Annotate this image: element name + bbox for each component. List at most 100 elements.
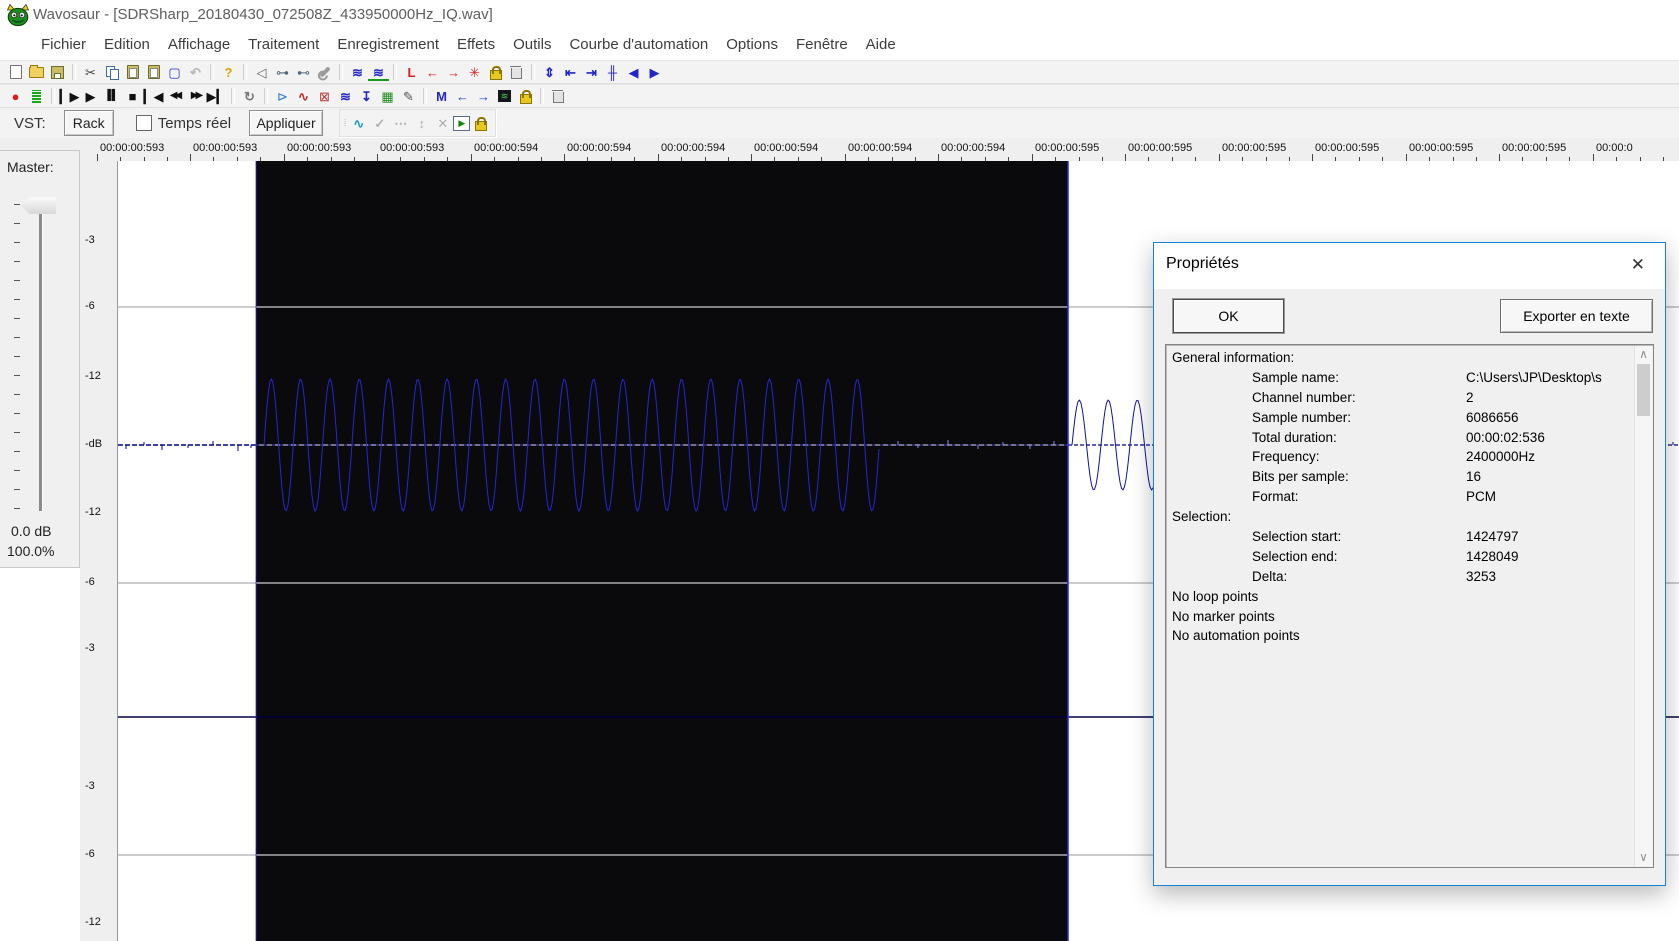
timeline-tick [1032, 154, 1033, 161]
menu-item-courbe-d-automation[interactable]: Courbe d'automation [560, 32, 717, 57]
apply-button[interactable]: Appliquer [249, 110, 324, 136]
menu-item-outils[interactable]: Outils [504, 32, 560, 57]
clear-loop-icon[interactable]: ✳ [464, 63, 485, 81]
delete-markers-icon[interactable] [548, 87, 569, 105]
export-text-button[interactable]: Exporter en texte [1500, 299, 1653, 333]
stop-icon[interactable]: ■ [122, 87, 143, 105]
automation-play-icon[interactable]: ▶ [453, 115, 471, 131]
wave-down-icon[interactable]: ↧ [356, 87, 377, 105]
menu-item-fen-tre[interactable]: Fenêtre [787, 32, 857, 57]
dialog-title-bar[interactable]: Propriétés ✕ [1154, 243, 1665, 289]
ok-button[interactable]: OK [1173, 299, 1284, 333]
automation-check-icon[interactable]: ✓ [369, 114, 390, 132]
analysis-curve-icon[interactable]: ∿ [293, 87, 314, 105]
level-meter-icon[interactable] [26, 87, 47, 105]
scroll-up-icon[interactable]: ∧ [1635, 346, 1652, 363]
loop-start-arrow-icon[interactable]: ← [422, 63, 443, 81]
automation-curve-icon[interactable]: ∿ [348, 114, 369, 132]
zoom-in-wave-icon[interactable]: ⇤ [560, 63, 581, 81]
delete-loop-icon [510, 66, 522, 79]
cut-icon[interactable]: ✂ [80, 63, 101, 81]
zoom-selection-icon[interactable]: ╫ [602, 63, 623, 81]
copy-icon[interactable] [101, 63, 122, 81]
file-delete-icon[interactable]: ⊠ [314, 87, 335, 105]
help-icon[interactable]: ? [218, 63, 239, 81]
timeline-tick [1406, 154, 1407, 161]
node-chain-icon[interactable]: ⊷ [293, 63, 314, 81]
open-folder-icon[interactable] [26, 63, 47, 81]
wave-markers-icon[interactable]: ≋ [335, 87, 356, 105]
master-tick [14, 356, 20, 357]
menu-item-options[interactable]: Options [717, 32, 787, 57]
insert-file-icon[interactable]: ⊳ [272, 87, 293, 105]
toolbar-separator [231, 88, 235, 104]
timeline-ruler[interactable]: 00:00:00:593 00:00:00:593 00:00:00:593 00:0… [0, 138, 1679, 162]
properties-list[interactable]: General information: Sample name: C:\Users… [1165, 344, 1654, 868]
zoom-vertical-icon[interactable]: ⇕ [539, 63, 560, 81]
automation-lock-icon[interactable] [470, 114, 491, 132]
menu-item-aide[interactable]: Aide [857, 32, 905, 57]
selection-rect-icon[interactable]: ▢ [164, 63, 185, 81]
timeline-label: 00:00:00:594 [567, 142, 632, 154]
marker-M-icon[interactable]: M [431, 87, 452, 105]
pencil-icon[interactable]: ✎ [398, 87, 419, 105]
toolbar-separator [264, 88, 268, 104]
scrollbar[interactable]: ∧ ∨ [1634, 346, 1652, 866]
undo-icon[interactable]: ↶ [185, 63, 206, 81]
property-value: 3253 [1466, 568, 1497, 584]
paste-icon[interactable] [122, 63, 143, 81]
master-slider-handle[interactable] [21, 197, 56, 214]
menu-item-fichier[interactable]: Fichier [32, 32, 95, 57]
property-row: Channel number: 2 [1168, 390, 1633, 410]
marker-next-icon[interactable]: → [473, 87, 494, 105]
play-from-start-icon[interactable]: ▎▶ [59, 87, 80, 105]
automation-updown-icon[interactable]: ↕ [411, 114, 432, 132]
view-next-icon[interactable]: ▶ [644, 63, 665, 81]
wave-view-alt-icon[interactable]: ≋ [368, 63, 389, 81]
master-panel: Master: 0.0 dB 100.0% [0, 150, 80, 568]
menu-item-edition[interactable]: Edition [95, 32, 159, 57]
record-icon[interactable]: ● [5, 87, 26, 105]
menu-item-traitement[interactable]: Traitement [239, 32, 328, 57]
pause-icon[interactable]: ▌▌ [101, 87, 122, 105]
marker-wave-icon[interactable]: ≋ [494, 87, 515, 105]
fast-forward-icon[interactable]: ▶▶ [185, 87, 206, 105]
loop-playback-icon[interactable]: ↻ [239, 87, 260, 105]
lock-loop-icon[interactable] [485, 63, 506, 81]
master-tick [14, 508, 20, 509]
speaker-icon[interactable]: ◁ [251, 63, 272, 81]
view-prev-icon[interactable]: ◀ [623, 63, 644, 81]
go-to-end-icon[interactable]: ▶▎ [206, 87, 227, 105]
master-tick [14, 432, 20, 433]
automation-dots-icon[interactable]: ⋯ [390, 114, 411, 132]
property-label: No automation points [1172, 628, 1300, 644]
statistics-grid-icon[interactable]: ▦ [377, 87, 398, 105]
wave-view-icon[interactable]: ≋ [347, 63, 368, 81]
rack-button[interactable]: Rack [63, 110, 114, 136]
go-to-start-icon[interactable]: ▎◀ [143, 87, 164, 105]
marker-prev-icon[interactable]: ← [452, 87, 473, 105]
scroll-down-icon[interactable]: ∨ [1635, 849, 1652, 866]
delete-loop-icon[interactable] [506, 63, 527, 81]
menu-item-effets[interactable]: Effets [448, 32, 504, 57]
rewind-icon[interactable]: ◀◀ [164, 87, 185, 105]
automation-close-icon[interactable]: ✕ [432, 114, 453, 132]
db-scale-label: -6 [85, 848, 95, 860]
menu-item-affichage[interactable]: Affichage [159, 32, 239, 57]
new-file-icon[interactable] [5, 63, 26, 81]
node-link-icon[interactable]: ⊶ [272, 63, 293, 81]
scroll-thumb[interactable] [1637, 364, 1650, 416]
loop-L-icon[interactable]: L [401, 63, 422, 81]
paste-new-icon[interactable] [143, 63, 164, 81]
title-bar[interactable]: Wavosaur - [SDRSharp_20180430_072508Z_43… [0, 0, 1679, 30]
wrench-icon[interactable] [314, 63, 335, 81]
save-floppy-icon[interactable] [47, 63, 68, 81]
loop-end-arrow-icon[interactable]: → [443, 63, 464, 81]
lock-markers-icon[interactable] [515, 87, 536, 105]
close-icon[interactable]: ✕ [1625, 253, 1651, 277]
play-icon[interactable]: ▶ [80, 87, 101, 105]
realtime-checkbox[interactable] [135, 115, 152, 131]
zoom-out-wave-icon[interactable]: ⇥ [581, 63, 602, 81]
master-slider-track[interactable] [39, 201, 42, 511]
menu-item-enregistrement[interactable]: Enregistrement [328, 32, 448, 57]
